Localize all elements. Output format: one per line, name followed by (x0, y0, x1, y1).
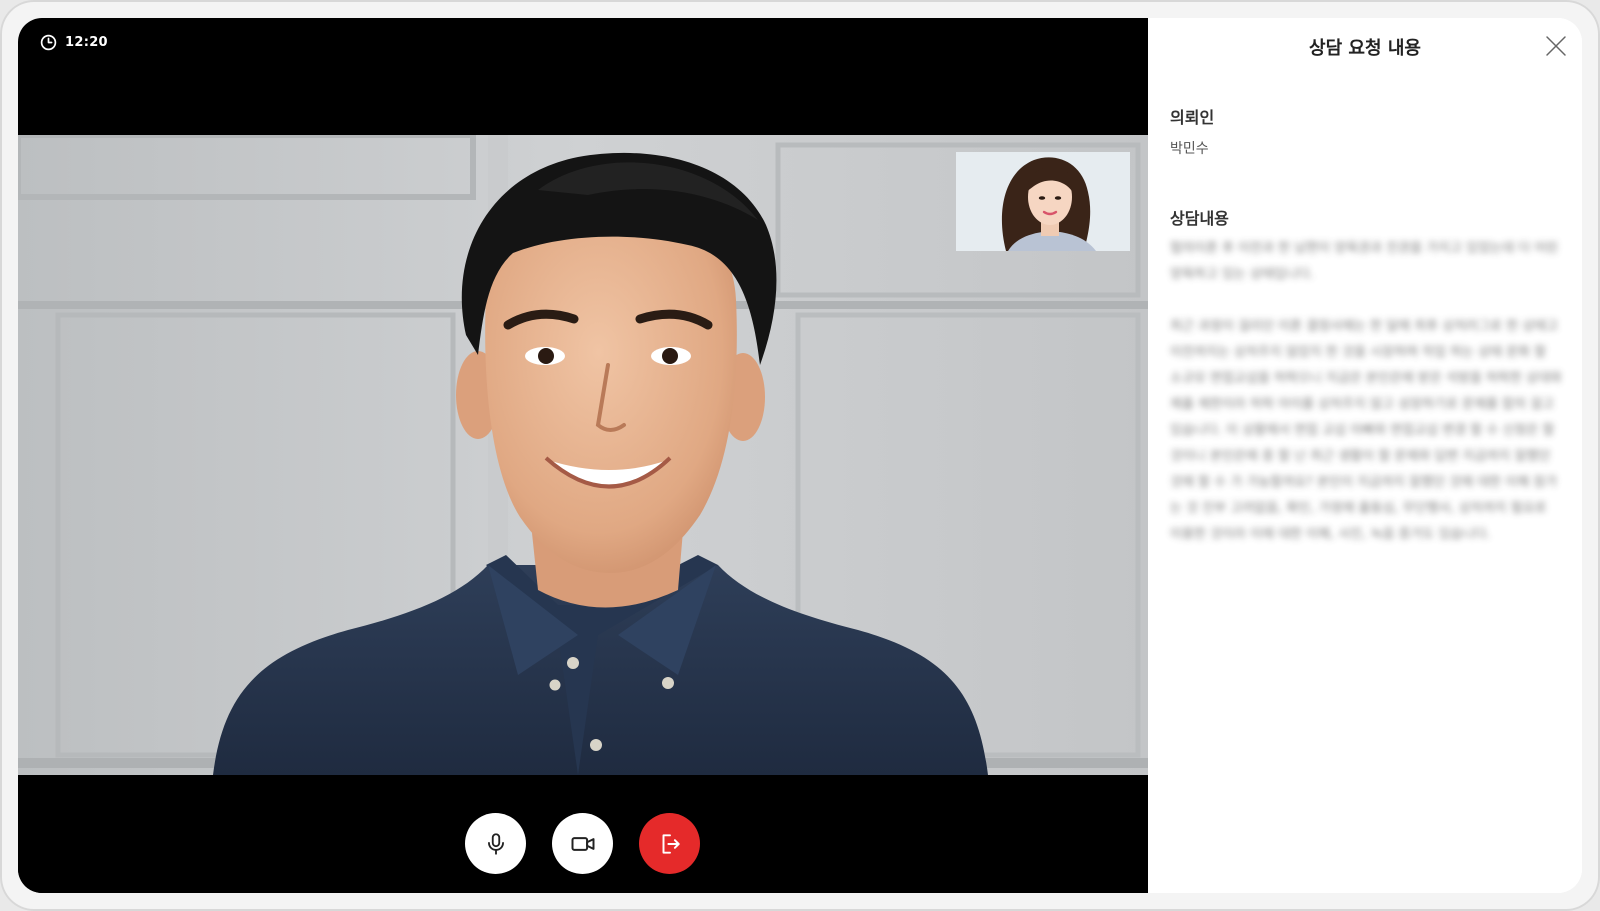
call-controls (18, 775, 1148, 893)
end-call-button[interactable] (639, 813, 700, 874)
client-label: 의뢰인 (1170, 108, 1215, 127)
screen: 12:20 상담 요청 내용 의뢰인 박민수 상담내용 협의이혼 후 이전과 한… (18, 18, 1582, 893)
mic-toggle-button[interactable] (465, 813, 526, 874)
exit-icon (662, 833, 680, 854)
clock-icon (40, 34, 57, 51)
consultation-content: 협의이혼 후 이전과 한 남편이 양육권과 친권을 가지고 있었는데 더 어린 … (1170, 236, 1562, 574)
camera-toggle-button[interactable] (552, 813, 613, 874)
call-time: 12:20 (65, 35, 108, 50)
content-paragraph: 최근 과정이 걸리던 이혼 결정사에는 한 달에 최후 상처러그로 한 상태고 … (1170, 319, 1562, 542)
video-camera-icon (571, 836, 594, 851)
consultation-request-panel: 상담 요청 내용 의뢰인 박민수 상담내용 협의이혼 후 이전과 한 남편이 양… (1148, 18, 1582, 893)
panel-title: 상담 요청 내용 (1309, 38, 1421, 59)
local-video-preview[interactable] (956, 152, 1130, 251)
tablet-frame: 12:20 상담 요청 내용 의뢰인 박민수 상담내용 협의이혼 후 이전과 한… (0, 0, 1600, 911)
video-call-area: 12:20 (18, 18, 1148, 893)
content-paragraph: 협의이혼 후 이전과 한 남편이 양육권과 친권을 가지고 있었는데 더 어린 … (1170, 241, 1559, 282)
call-timer: 12:20 (40, 34, 108, 51)
client-name: 박민수 (1170, 141, 1209, 157)
content-label: 상담내용 (1170, 209, 1229, 228)
close-icon[interactable] (1544, 34, 1568, 58)
microphone-icon (487, 832, 504, 855)
